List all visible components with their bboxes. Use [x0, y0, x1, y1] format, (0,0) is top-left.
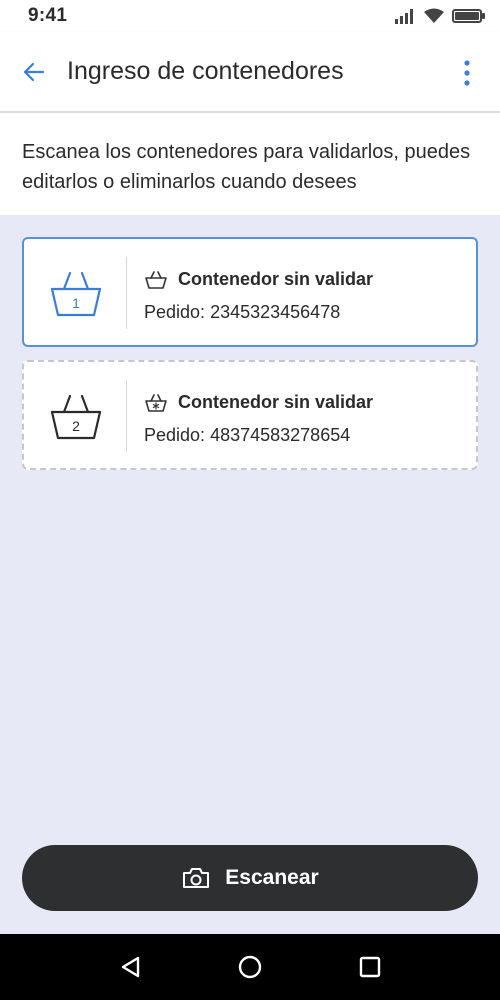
order-label: Pedido:	[144, 302, 206, 322]
card-divider	[126, 257, 127, 329]
signal-icon	[395, 9, 413, 24]
back-button[interactable]	[20, 58, 48, 86]
more-vertical-icon	[464, 60, 470, 86]
page-title: Ingreso de contenedores	[67, 57, 344, 85]
container-card[interactable]: 2 Contenedor sin validar Pedido: 4837458…	[22, 360, 478, 470]
recents-square-icon	[359, 956, 381, 978]
home-circle-icon	[238, 955, 262, 979]
arrow-left-icon	[23, 62, 45, 82]
card-title-row: Contenedor sin validar	[144, 269, 373, 290]
overflow-menu-button[interactable]	[462, 56, 472, 90]
basket-icon: 1	[50, 271, 102, 317]
status-bar: 9:41	[0, 0, 500, 32]
card-title-row: Contenedor sin validar	[144, 392, 373, 413]
container-status: Contenedor sin validar	[178, 392, 374, 412]
nav-recents-button[interactable]	[350, 947, 390, 987]
wifi-icon	[424, 8, 444, 23]
container-number: 2	[72, 418, 80, 434]
container-status: Contenedor sin validar	[178, 269, 374, 289]
order-info: Pedido: 2345323456478	[144, 302, 340, 323]
system-nav-bar	[0, 934, 500, 1000]
app-bar: Ingreso de contenedores	[0, 32, 500, 112]
scan-button[interactable]: Escanear	[22, 845, 478, 911]
back-triangle-icon	[121, 956, 140, 978]
order-number: 48374583278654	[210, 425, 351, 445]
nav-back-button[interactable]	[110, 947, 150, 987]
battery-icon	[452, 9, 485, 23]
card-divider	[126, 380, 127, 452]
basket-icon: 2	[50, 394, 102, 440]
camera-icon	[183, 868, 210, 888]
basket-small-icon	[145, 270, 167, 289]
container-number: 1	[72, 295, 80, 311]
status-time: 9:41	[28, 5, 68, 26]
status-icons	[394, 8, 486, 24]
basket-frozen-icon	[145, 393, 167, 412]
order-info: Pedido: 48374583278654	[144, 425, 350, 446]
order-label: Pedido:	[144, 425, 206, 445]
container-card[interactable]: 1 Contenedor sin validar Pedido: 2345323…	[22, 237, 478, 347]
order-number: 2345323456478	[210, 302, 341, 322]
nav-home-button[interactable]	[230, 947, 270, 987]
intro-text: Escanea los contenedores para validarlos…	[22, 141, 471, 193]
intro-section: Escanea los contenedores para validarlos…	[0, 113, 500, 215]
scan-button-label: Escanear	[225, 866, 319, 889]
